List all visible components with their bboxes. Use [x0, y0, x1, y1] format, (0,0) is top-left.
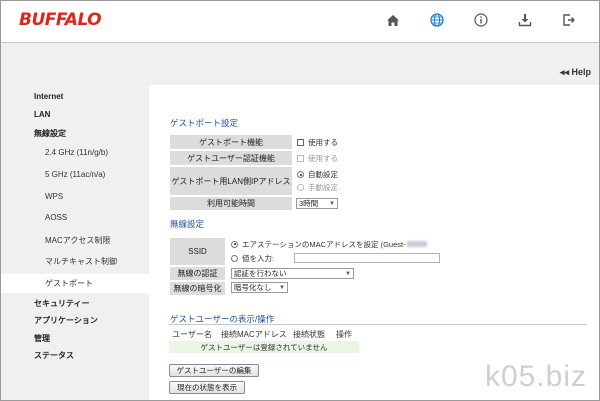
ssid-mac-radio[interactable]	[231, 240, 238, 248]
edit-guest-users-button[interactable]: ゲストユーザーの編集	[169, 364, 259, 377]
wireless-auth-select[interactable]: 認証を行わない ▼	[231, 268, 354, 279]
guest-auth-label: ゲストユーザー認証機能	[169, 150, 293, 166]
sidebar-item-security[interactable]: セキュリティー	[34, 298, 90, 309]
guest-auth-checkbox[interactable]	[297, 154, 304, 162]
ssid-custom-radio[interactable]	[231, 254, 238, 262]
column-action: 操作	[336, 329, 352, 339]
column-username: ユーザー名	[172, 329, 212, 339]
available-time-select[interactable]: 3時間 ▼	[296, 198, 338, 209]
info-icon[interactable]	[472, 11, 490, 29]
available-time-value: 3時間	[299, 199, 319, 208]
chevron-down-icon: ▼	[329, 201, 335, 207]
watermark-text: k05.biz	[484, 360, 587, 393]
lan-ip-manual-radio[interactable]	[297, 184, 304, 191]
lan-ip-manual-option[interactable]: 手動設定	[297, 182, 338, 193]
guest-port-section-title: ゲストポート設定	[170, 118, 239, 128]
column-state: 接続状態	[293, 329, 325, 339]
help-link[interactable]: ◂◂ Help	[560, 67, 591, 78]
lan-ip-auto-radio[interactable]	[297, 171, 304, 178]
lan-ip-auto-text: 自動設定	[308, 170, 338, 179]
sidebar-item-multicast[interactable]: マルチキャスト制御	[45, 256, 117, 267]
guest-auth-cell[interactable]: 使用する	[297, 150, 338, 166]
sidebar-item-5ghz[interactable]: 5 GHz (11ac/n/a)	[45, 170, 105, 179]
guest-port-function-checkbox[interactable]	[297, 138, 304, 146]
redacted-ssid-suffix	[406, 241, 427, 247]
help-label: Help	[571, 67, 591, 77]
header-bar: BUFFALO	[1, 1, 599, 43]
guest-port-function-cell[interactable]: 使用する	[297, 134, 338, 150]
guest-port-function-text: 使用する	[308, 137, 338, 147]
lan-ip-manual-text: 手動設定	[308, 183, 338, 192]
chevron-down-icon: ▼	[279, 285, 285, 291]
guest-port-function-label: ゲストポート機能	[169, 134, 293, 150]
sidebar-item-admin[interactable]: 管理	[34, 333, 50, 344]
section-divider	[169, 324, 586, 325]
sidebar-item-aoss[interactable]: AOSS	[45, 213, 67, 222]
wireless-enc-label: 無線の暗号化	[169, 281, 226, 296]
sidebar-item-application[interactable]: アプリケーション	[34, 315, 98, 326]
wireless-enc-select[interactable]: 暗号化なし ▼	[231, 282, 288, 293]
ssid-input[interactable]	[294, 253, 440, 263]
sidebar-item-lan[interactable]: LAN	[34, 110, 50, 119]
logout-icon[interactable]	[560, 11, 578, 29]
chevron-down-icon: ▼	[345, 271, 351, 277]
brand-logo: BUFFALO	[19, 10, 102, 30]
ssid-custom-option[interactable]: 値を入力:	[231, 252, 274, 264]
ssid-mac-option[interactable]: エアステーションのMACアドレスを設定 (Guest-	[231, 238, 427, 250]
empty-list-row: ゲストユーザーは登録されていません	[169, 341, 359, 353]
sidebar-item-status[interactable]: ステータス	[34, 350, 74, 361]
wireless-section-title: 無線設定	[170, 219, 205, 229]
ssid-custom-text: 値を入力:	[242, 253, 275, 263]
download-icon[interactable]	[516, 11, 534, 29]
wireless-auth-value: 認証を行わない	[234, 269, 287, 278]
available-time-label: 利用可能時間	[169, 196, 293, 211]
guest-lan-ip-label: ゲストポート用LAN側IPアドレス	[169, 166, 293, 196]
sidebar-item-24ghz[interactable]: 2.4 GHz (11n/g/b)	[45, 148, 108, 157]
double-chevron-left-icon: ◂◂	[559, 67, 569, 77]
sidebar-item-wps[interactable]: WPS	[45, 192, 63, 201]
sidebar-item-guest-port[interactable]: ゲストポート	[45, 278, 93, 289]
lan-ip-auto-option[interactable]: 自動設定	[297, 169, 338, 180]
wireless-enc-value: 暗号化なし	[234, 283, 272, 292]
wireless-auth-label: 無線の認証	[169, 266, 226, 281]
ssid-label: SSID	[169, 237, 226, 266]
refresh-status-button[interactable]: 現在の状態を表示	[169, 381, 245, 394]
column-mac: 接続MACアドレス	[221, 329, 287, 339]
globe-icon[interactable]	[428, 11, 446, 29]
sidebar-item-wireless[interactable]: 無線設定	[34, 128, 66, 139]
browser-frame: BUFFALO ◂◂ Help Internet LAN 無線設定 2.4 GH…	[0, 0, 600, 401]
main-panel: ゲストポート設定 ゲストポート機能 使用する ゲストユーザー認証機能 使用する …	[149, 85, 599, 400]
guest-auth-text: 使用する	[308, 153, 338, 163]
sidebar-item-mac-access[interactable]: MACアクセス制限	[45, 235, 110, 246]
ssid-mac-text: エアステーションのMACアドレスを設定 (Guest-	[242, 239, 406, 249]
sidebar-item-internet[interactable]: Internet	[34, 92, 63, 101]
home-icon[interactable]	[384, 11, 402, 29]
